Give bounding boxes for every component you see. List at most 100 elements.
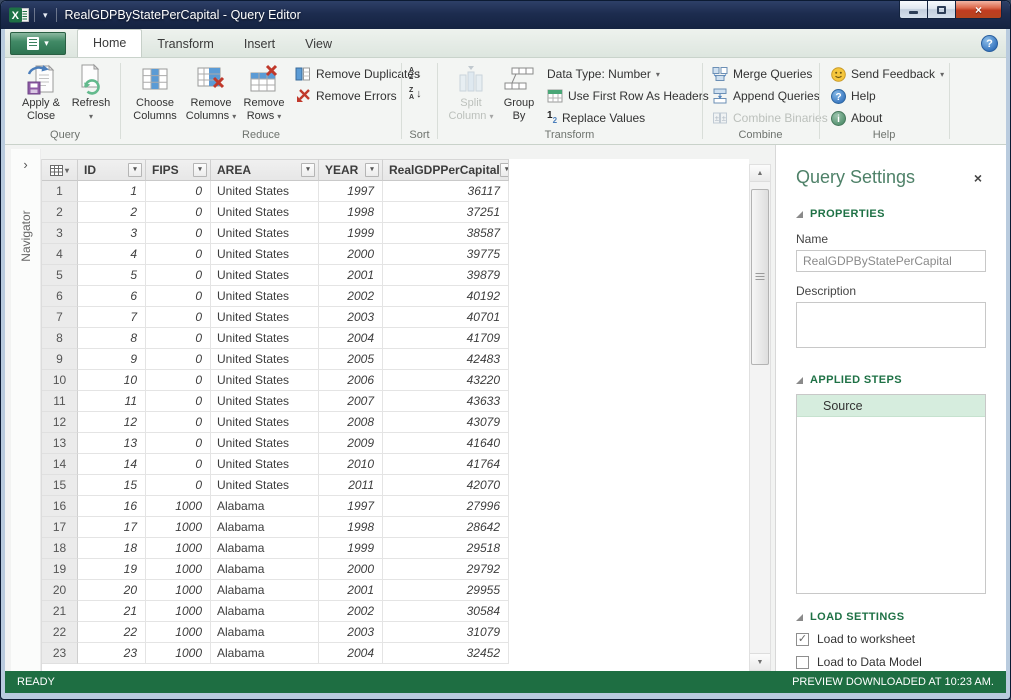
scrollbar-thumb[interactable] [751,189,769,365]
navigator-pane-collapsed[interactable]: › Navigator [11,149,41,671]
description-field[interactable] [796,302,986,348]
load-to-data-model-option[interactable]: Load to Data Model [796,655,986,669]
row-number-cell[interactable]: 11 [42,391,78,412]
row-number-cell[interactable]: 22 [42,622,78,643]
properties-section-header[interactable]: PROPERTIES [796,208,986,220]
sort-za-icon: ZA [409,87,414,101]
send-feedback-label: Send Feedback [851,67,935,81]
row-number-cell[interactable]: 23 [42,643,78,664]
grid-vertical-scrollbar[interactable]: ▲ ▼ [749,164,771,671]
remove-columns-button[interactable]: Remove Columns ▾ [183,61,239,123]
fips-cell: 1000 [146,559,211,580]
status-preview-downloaded: PREVIEW DOWNLOADED AT 10:23 AM. [792,676,994,688]
help-circle-icon[interactable]: ? [981,35,998,52]
column-header-id[interactable]: ID ▾ [78,159,146,181]
row-number-cell[interactable]: 17 [42,517,78,538]
minimize-button[interactable] [899,1,928,19]
navigator-expand-icon[interactable]: › [11,157,40,172]
tab-home[interactable]: Home [77,29,142,57]
scroll-up-icon[interactable]: ▲ [750,165,770,182]
row-number-cell[interactable]: 14 [42,454,78,475]
titlebar-separator [56,8,57,22]
row-number-cell[interactable]: 12 [42,412,78,433]
row-number-cell[interactable]: 5 [42,265,78,286]
replace-values-button[interactable]: 12 Replace Values [543,107,713,129]
quick-access-dropdown-icon[interactable]: ▾ [40,10,51,21]
row-number-cell[interactable]: 2 [42,202,78,223]
query-settings-title: Query Settings [796,167,915,188]
tab-insert[interactable]: Insert [229,31,290,57]
merge-queries-button[interactable]: Merge Queries [708,63,832,85]
sort-descending-button[interactable]: ZA ↓ [406,84,425,104]
row-number-cell[interactable]: 16 [42,496,78,517]
data-type-button[interactable]: Data Type: Number ▾ [543,63,713,85]
column-header-fips[interactable]: FIPS ▾ [146,159,211,181]
remove-duplicates-button[interactable]: Remove Duplicates [291,63,424,85]
column-header-year[interactable]: YEAR ▾ [319,159,383,181]
filter-dropdown-icon[interactable]: ▾ [301,163,315,177]
panel-close-icon[interactable]: × [970,168,986,188]
refresh-button[interactable]: Refresh ▾ [67,61,115,123]
filter-dropdown-icon[interactable]: ▾ [500,163,509,177]
filter-dropdown-icon[interactable]: ▾ [193,163,207,177]
description-label: Description [796,284,986,298]
row-number-cell[interactable]: 6 [42,286,78,307]
remove-rows-button[interactable]: Remove Rows ▾ [241,61,287,123]
group-separator [401,63,402,139]
tab-transform[interactable]: Transform [142,31,229,57]
remove-errors-button[interactable]: Remove Errors [291,85,424,107]
row-number-cell[interactable]: 8 [42,328,78,349]
select-all-header[interactable]: ▾ [42,159,78,181]
id-cell: 17 [78,517,146,538]
tab-view[interactable]: View [290,31,347,57]
column-header-realgdppercapital[interactable]: RealGDPPerCapital ▾ [383,159,509,181]
close-button[interactable]: × [956,1,1002,19]
checkbox-checked-icon[interactable]: ✓ [796,633,809,646]
row-number-cell[interactable]: 21 [42,601,78,622]
applied-steps-section-header[interactable]: APPLIED STEPS [796,374,986,386]
row-number-cell[interactable]: 10 [42,370,78,391]
gdp-cell: 27996 [383,496,509,517]
choose-columns-button[interactable]: Choose Columns [127,61,183,123]
row-number-cell[interactable]: 1 [42,181,78,202]
file-menu-button[interactable]: ▾ [10,32,66,55]
row-number-cell[interactable]: 20 [42,580,78,601]
scroll-down-icon[interactable]: ▼ [750,653,770,670]
column-header-area[interactable]: AREA ▾ [211,159,319,181]
fips-cell: 0 [146,412,211,433]
filter-dropdown-icon[interactable]: ▾ [365,163,379,177]
group-by-button[interactable]: Group By [497,61,541,123]
fips-cell: 0 [146,286,211,307]
send-feedback-button[interactable]: Send Feedback ▾ [827,63,948,85]
row-number-cell[interactable]: 18 [42,538,78,559]
applied-step-item[interactable]: Source [797,395,985,417]
sort-ascending-button[interactable]: AZ ↓ [406,64,425,84]
maximize-button[interactable] [928,1,956,19]
use-first-row-button[interactable]: Use First Row As Headers [543,85,713,107]
row-number-cell[interactable]: 4 [42,244,78,265]
row-number-cell[interactable]: 9 [42,349,78,370]
checkbox-unchecked-icon[interactable] [796,656,809,669]
area-cell: United States [211,181,319,202]
row-number-cell[interactable]: 13 [42,433,78,454]
row-number-cell[interactable]: 7 [42,307,78,328]
combine-binaries-button: ± ± Combine Binaries [708,107,832,129]
navigator-label: Navigator [19,197,33,275]
table-row: 12 12 0 United States 2008 43079 [42,412,749,433]
gdp-cell: 31079 [383,622,509,643]
remove-duplicates-label: Remove Duplicates [316,67,420,81]
row-number-cell[interactable]: 3 [42,223,78,244]
row-number-cell[interactable]: 19 [42,559,78,580]
apply-close-button[interactable]: Apply & Close [13,61,69,123]
append-queries-button[interactable]: Append Queries [708,85,832,107]
gdp-cell: 36117 [383,181,509,202]
about-button[interactable]: i About [827,107,948,129]
name-field[interactable] [796,250,986,272]
row-number-cell[interactable]: 15 [42,475,78,496]
sort-down-arrow-icon: ↓ [416,68,422,80]
help-button[interactable]: ? Help [827,85,948,107]
load-settings-section-header[interactable]: LOAD SETTINGS [796,611,986,623]
about-icon: i [831,111,846,126]
filter-dropdown-icon[interactable]: ▾ [128,163,142,177]
load-to-worksheet-option[interactable]: ✓ Load to worksheet [796,632,986,646]
